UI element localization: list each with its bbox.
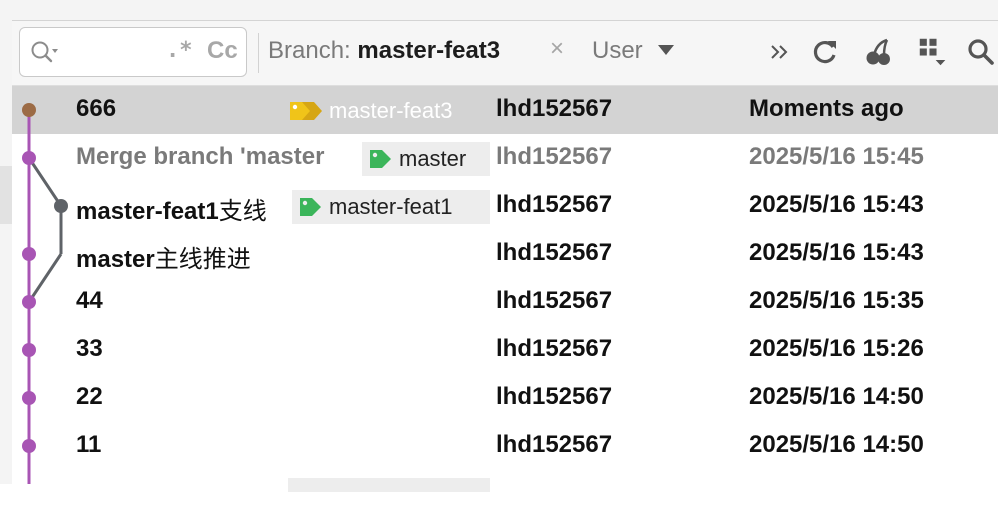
table-row[interactable]: 22 lhd152567 2025/5/16 14:50	[12, 374, 998, 422]
user-filter[interactable]: User	[592, 37, 675, 65]
commit-date: 2025/5/16 14:50	[749, 431, 924, 458]
more-icon[interactable]	[766, 37, 796, 67]
branch-tag: master-feat3	[282, 94, 490, 128]
window-top-strip	[0, 0, 998, 21]
commit-subject-cjk: 主线推进	[154, 245, 251, 273]
commit-subject-text: master-feat1	[76, 198, 219, 225]
table-row[interactable]: 11 lhd152567 2025/5/16 14:50	[12, 422, 998, 470]
graph-node	[22, 151, 36, 165]
table-row[interactable]: 666 master-feat3 lhd152567 Moments ago	[12, 86, 998, 134]
tag-icon	[300, 198, 321, 216]
gutter-marker	[0, 166, 12, 224]
branch-tag: master	[362, 142, 490, 176]
commit-author: lhd152567	[496, 143, 613, 170]
commit-subject-cjk: 支线	[218, 197, 267, 225]
branch-tag-partial	[288, 478, 490, 492]
commit-author: lhd152567	[496, 239, 613, 266]
commit-date: 2025/5/16 15:35	[749, 287, 924, 314]
find-icon[interactable]	[966, 37, 996, 67]
commit-author: lhd152567	[496, 383, 613, 410]
commit-author: lhd152567	[496, 335, 613, 362]
branch-tag-label: master-feat1	[329, 194, 453, 219]
graph-node	[22, 391, 36, 405]
commit-subject: 666	[76, 95, 117, 122]
commit-date: Moments ago	[749, 95, 904, 122]
table-row-partial[interactable]	[12, 470, 998, 518]
branch-filter-label: Branch:	[268, 37, 351, 64]
commit-subject: Merge branch 'master	[76, 143, 325, 170]
match-case-toggle[interactable]: Cc	[207, 37, 238, 65]
search-box[interactable]: .* Cc	[19, 27, 247, 77]
branch-tag-label: master-feat3	[329, 98, 453, 123]
table-row[interactable]: master-feat1支线 master-feat1 lhd152567 20…	[12, 182, 998, 230]
layout-icon[interactable]	[916, 37, 950, 67]
branch-filter-value: master-feat3	[357, 37, 501, 64]
log-toolbar: .* Cc Branch: master-feat3 × User	[12, 21, 998, 86]
branch-tag: master-feat1	[292, 190, 490, 224]
graph-node	[22, 247, 36, 261]
commit-date: 2025/5/16 15:43	[749, 239, 924, 266]
commit-subject: master-feat1支线	[76, 191, 267, 226]
user-filter-label: User	[592, 37, 643, 64]
commit-subject: 11	[76, 431, 102, 458]
tag-icon	[290, 102, 322, 120]
commit-subject: 22	[76, 383, 103, 410]
search-input[interactable]	[64, 38, 164, 68]
commit-subject: 33	[76, 335, 103, 362]
cherry-pick-icon[interactable]	[862, 37, 892, 67]
graph-node-head	[22, 103, 36, 117]
graph-node	[22, 343, 36, 357]
commit-author: lhd152567	[496, 287, 613, 314]
commit-date: 2025/5/16 15:45	[749, 143, 924, 170]
clear-branch-filter-button[interactable]: ×	[550, 35, 564, 63]
commit-author: lhd152567	[496, 191, 613, 218]
toolbar-separator	[258, 33, 259, 73]
commit-subject-text: master	[76, 246, 155, 273]
search-icon[interactable]	[30, 40, 60, 66]
commit-date: 2025/5/16 15:26	[749, 335, 924, 362]
tag-icon	[370, 150, 391, 168]
graph-node	[22, 439, 36, 453]
commit-graph	[22, 103, 68, 484]
graph-node	[54, 199, 68, 213]
regex-toggle[interactable]: .*	[166, 38, 193, 63]
table-row[interactable]: master主线推进 lhd152567 2025/5/16 15:43	[12, 230, 998, 278]
commit-subject: master主线推进	[76, 239, 251, 274]
commit-date: 2025/5/16 15:43	[749, 191, 924, 218]
table-row[interactable]: Merge branch 'master master lhd152567 20…	[12, 134, 998, 182]
commit-author: lhd152567	[496, 95, 613, 122]
graph-node	[22, 295, 36, 309]
refresh-icon[interactable]	[810, 37, 840, 67]
commit-subject: 44	[76, 287, 103, 314]
commit-author: lhd152567	[496, 431, 613, 458]
left-gutter	[0, 20, 12, 484]
branch-tag-label: master	[399, 146, 467, 171]
table-row[interactable]: 44 lhd152567 2025/5/16 15:35	[12, 278, 998, 326]
commit-date: 2025/5/16 14:50	[749, 383, 924, 410]
branch-filter[interactable]: Branch: master-feat3	[268, 37, 500, 65]
table-row[interactable]: 33 lhd152567 2025/5/16 15:26	[12, 326, 998, 374]
chevron-down-icon	[658, 45, 675, 55]
commit-list: 666 master-feat3 lhd152567 Moments ago M…	[12, 86, 998, 492]
